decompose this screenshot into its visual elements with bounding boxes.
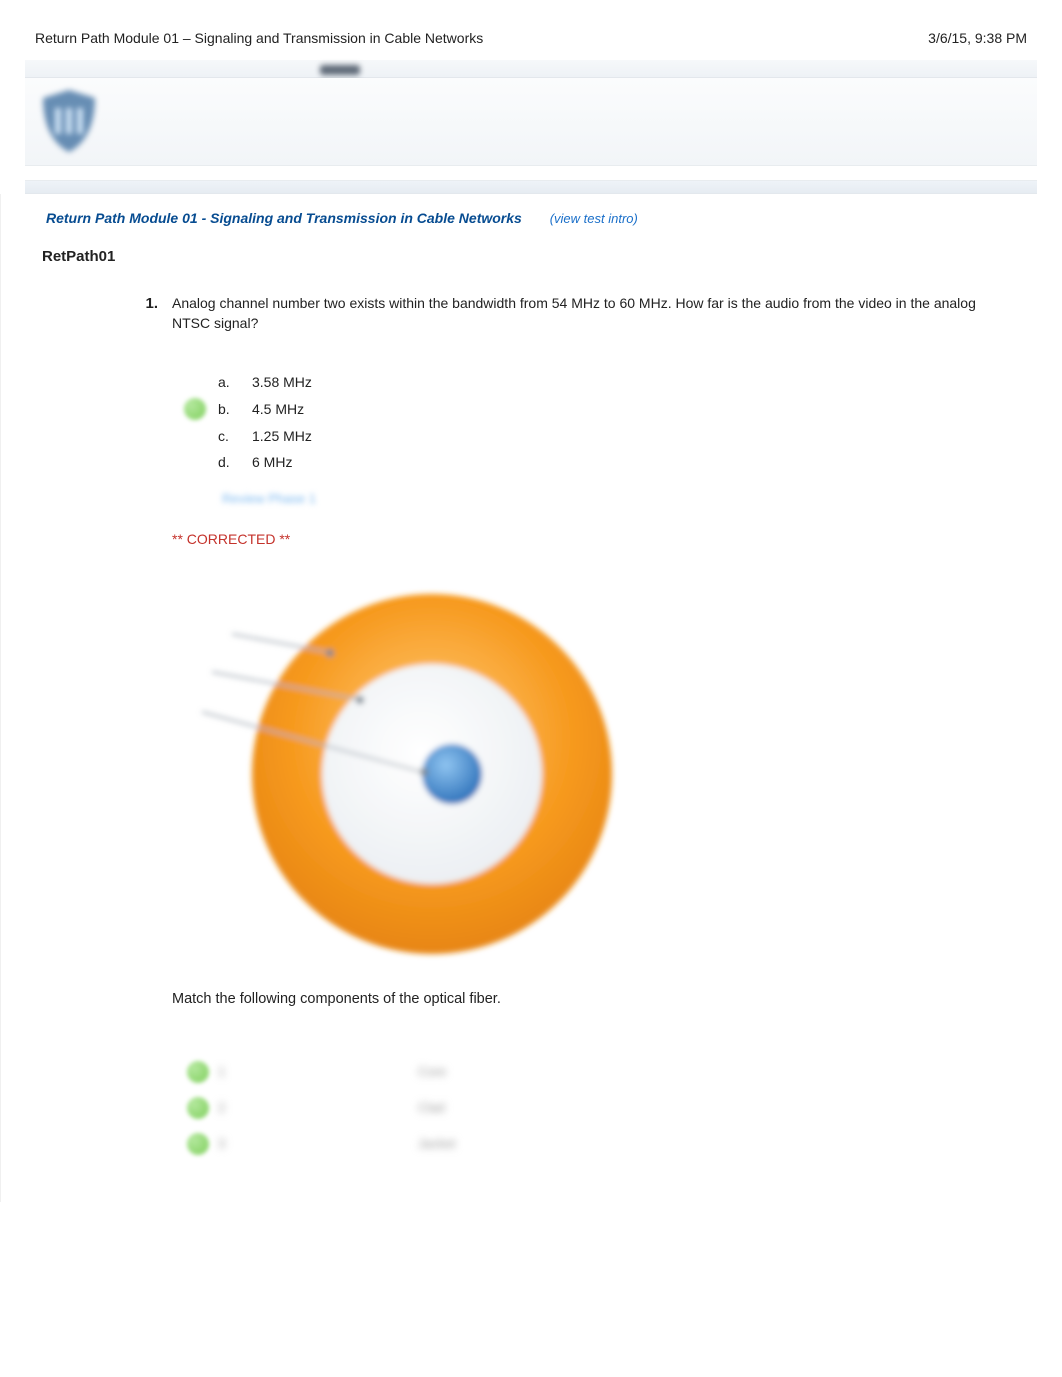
logo [29,82,109,162]
choice-text: 6 MHz [252,452,1007,472]
choice-letter: b. [218,399,252,419]
answer-choices: a. 3.58 MHz b. 4.5 MHz c. 1.25 MHz d. 6 … [172,372,1007,473]
correct-check-icon [187,1133,209,1155]
match-answer: Core [418,1063,538,1082]
match-item: 1 [218,1063,418,1082]
banner-breadcrumb [25,180,1037,194]
match-row: 2 Clad [178,1090,1007,1126]
question-prompt: Analog channel number two exists within … [172,293,1007,334]
choice-letter: d. [218,452,252,472]
choice-text: 3.58 MHz [252,372,1007,392]
match-row: 1 Core [178,1054,1007,1090]
choice-text: 1.25 MHz [252,426,1007,446]
choice-a: a. 3.58 MHz [172,372,1007,392]
banner-tabs [25,60,1037,78]
match-row: 3 Jacket [178,1126,1007,1162]
course-title: Return Path Module 01 - Signaling and Tr… [46,210,522,226]
choice-letter: a. [218,372,252,392]
match-table: 1 Core 2 Clad 3 Jacket [178,1054,1007,1162]
choice-b: b. 4.5 MHz [172,398,1007,420]
correct-check-icon [184,398,206,420]
fiber-diagram [172,564,1007,969]
match-item: 2 [218,1099,418,1118]
match-answer: Jacket [418,1135,538,1154]
doc-title: Return Path Module 01 – Signaling and Tr… [35,30,483,46]
question-2-prompt: Match the following components of the op… [172,989,1007,1010]
shield-logo-icon [33,86,105,158]
content: Return Path Module 01 - Signaling and Tr… [0,194,1062,1202]
correct-check-icon [187,1097,209,1119]
page-header: Return Path Module 01 – Signaling and Tr… [0,0,1062,60]
review-link[interactable]: Review Phase 1 [222,490,1007,509]
course-title-row: Return Path Module 01 - Signaling and Tr… [26,204,1037,236]
choice-c: c. 1.25 MHz [172,426,1007,446]
match-item: 3 [218,1135,418,1154]
section-label: RetPath01 [26,236,1037,283]
question-1: 1. Analog channel number two exists with… [26,283,1037,1162]
doc-timestamp: 3/6/15, 9:38 PM [928,30,1027,46]
optical-fiber-icon [172,564,632,964]
corrected-label: ** CORRECTED ** [172,529,1007,549]
correct-check-icon [187,1061,209,1083]
choice-d: d. 6 MHz [172,452,1007,472]
banner-body [25,78,1037,166]
match-answer: Clad [418,1099,538,1118]
question-number: 1. [132,293,172,1162]
banner-tab-active [320,65,360,75]
banner [0,60,1062,194]
choice-text: 4.5 MHz [252,399,1007,419]
view-test-intro-link[interactable]: (view test intro) [550,211,638,226]
choice-letter: c. [218,426,252,446]
